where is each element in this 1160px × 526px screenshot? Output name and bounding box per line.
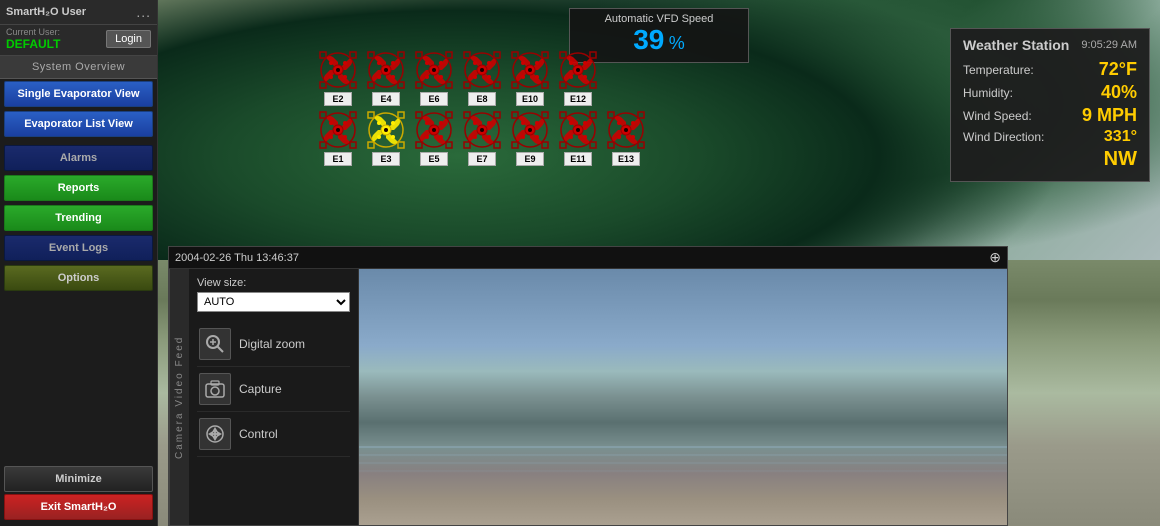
camera-panel: 2004-02-26 Thu 13:46:37 ⊕ Camera Video F… bbox=[168, 246, 1008, 526]
app-title: SmartH₂O User bbox=[6, 6, 86, 18]
temperature-label: Temperature: bbox=[963, 63, 1034, 77]
digital-zoom-control[interactable]: Digital zoom bbox=[197, 322, 350, 367]
login-button[interactable]: Login bbox=[106, 30, 151, 48]
control-icon bbox=[199, 418, 231, 450]
capture-control[interactable]: Capture bbox=[197, 367, 350, 412]
user-row: Current User: DEFAULT Login bbox=[0, 25, 157, 56]
humidity-value: 40% bbox=[1101, 82, 1137, 103]
view-size-label: View size: bbox=[197, 277, 350, 289]
evap-label-E3: E3 bbox=[372, 152, 400, 166]
evap-unit-E1[interactable]: E1 bbox=[318, 110, 358, 166]
minimize-button[interactable]: Minimize bbox=[4, 466, 153, 492]
current-user-name: DEFAULT bbox=[6, 37, 60, 51]
wind-dir-value: 331° bbox=[1104, 128, 1137, 146]
evap-unit-E13[interactable]: E13 bbox=[606, 110, 646, 166]
weather-time: 9:05:29 AM bbox=[1081, 39, 1137, 51]
evap-label-E13: E13 bbox=[612, 152, 640, 166]
capture-label: Capture bbox=[239, 382, 282, 396]
vfd-unit: % bbox=[669, 33, 685, 53]
capture-icon bbox=[199, 373, 231, 405]
evap-unit-E10[interactable]: E10 bbox=[510, 50, 550, 106]
options-button[interactable]: Options bbox=[4, 265, 153, 291]
sidebar-menu-dots[interactable]: ... bbox=[136, 4, 151, 20]
humidity-label: Humidity: bbox=[963, 86, 1013, 100]
evaporator-grid: E2 E4 bbox=[318, 50, 646, 170]
evap-label-E2: E2 bbox=[324, 92, 352, 106]
digital-zoom-icon bbox=[199, 328, 231, 360]
camera-feed-view bbox=[359, 269, 1007, 525]
wind-dir-row: Wind Direction: 331° bbox=[963, 128, 1137, 146]
camera-body: Camera Video Feed View size: AUTO 640x48… bbox=[169, 269, 1007, 525]
evap-unit-E3[interactable]: E3 bbox=[366, 110, 406, 166]
camera-header: 2004-02-26 Thu 13:46:37 ⊕ bbox=[169, 247, 1007, 269]
user-info: Current User: DEFAULT bbox=[6, 27, 60, 51]
humidity-row: Humidity: 40% bbox=[963, 82, 1137, 103]
evap-row-2: E1 E3 bbox=[318, 110, 646, 166]
camera-controls-sidebar: View size: AUTO 640x480 320x240 bbox=[189, 269, 359, 525]
weather-header: Weather Station 9:05:29 AM bbox=[963, 37, 1137, 53]
evap-unit-E4[interactable]: E4 bbox=[366, 50, 406, 106]
sidebar-header: SmartH₂O User ... bbox=[0, 0, 157, 25]
evap-unit-E7[interactable]: E7 bbox=[462, 110, 502, 166]
evap-label-E4: E4 bbox=[372, 92, 400, 106]
evaporator-list-view-button[interactable]: Evaporator List View bbox=[4, 111, 153, 137]
control-item[interactable]: Control bbox=[197, 412, 350, 457]
evap-label-E12: E12 bbox=[564, 92, 592, 106]
evap-label-E6: E6 bbox=[420, 92, 448, 106]
evap-label-E11: E11 bbox=[564, 152, 592, 166]
evap-label-E9: E9 bbox=[516, 152, 544, 166]
camera-expand-icon[interactable]: ⊕ bbox=[989, 249, 1001, 266]
event-logs-button[interactable]: Event Logs bbox=[4, 235, 153, 261]
weather-station-panel: Weather Station 9:05:29 AM Temperature: … bbox=[950, 28, 1150, 182]
digital-zoom-label: Digital zoom bbox=[239, 337, 305, 351]
weather-title: Weather Station bbox=[963, 37, 1069, 53]
evap-unit-E8[interactable]: E8 bbox=[462, 50, 502, 106]
wind-compass-row: NW bbox=[963, 148, 1137, 171]
evap-row-1: E2 E4 bbox=[318, 50, 646, 106]
evap-unit-E9[interactable]: E9 bbox=[510, 110, 550, 166]
evap-label-E1: E1 bbox=[324, 152, 352, 166]
evap-label-E10: E10 bbox=[516, 92, 544, 106]
current-user-label: Current User: bbox=[6, 27, 60, 37]
evap-unit-E2[interactable]: E2 bbox=[318, 50, 358, 106]
reports-button[interactable]: Reports bbox=[4, 175, 153, 201]
evap-unit-E6[interactable]: E6 bbox=[414, 50, 454, 106]
evap-unit-E12[interactable]: E12 bbox=[558, 50, 598, 106]
evap-label-E8: E8 bbox=[468, 92, 496, 106]
temperature-row: Temperature: 72°F bbox=[963, 59, 1137, 80]
camera-vertical-label: Camera Video Feed bbox=[169, 269, 189, 525]
wind-speed-value: 9 MPH bbox=[1082, 105, 1137, 126]
view-size-select[interactable]: AUTO 640x480 320x240 bbox=[197, 292, 350, 312]
evap-unit-E11[interactable]: E11 bbox=[558, 110, 598, 166]
camera-timestamp: 2004-02-26 Thu 13:46:37 bbox=[175, 252, 299, 264]
alarms-button[interactable]: Alarms bbox=[4, 145, 153, 171]
main-area: Automatic VFD Speed 39 % Weather Station… bbox=[158, 0, 1160, 526]
control-label: Control bbox=[239, 427, 278, 441]
evap-label-E5: E5 bbox=[420, 152, 448, 166]
evap-unit-E5[interactable]: E5 bbox=[414, 110, 454, 166]
wind-speed-label: Wind Speed: bbox=[963, 109, 1032, 123]
wind-dir-label: Wind Direction: bbox=[963, 130, 1044, 144]
temperature-value: 72°F bbox=[1099, 59, 1137, 80]
single-evaporator-view-button[interactable]: Single Evaporator View bbox=[4, 81, 153, 107]
system-overview-label: System Overview bbox=[0, 56, 157, 79]
evap-label-E7: E7 bbox=[468, 152, 496, 166]
sidebar: SmartH₂O User ... Current User: DEFAULT … bbox=[0, 0, 158, 526]
exit-button[interactable]: Exit SmartH₂O bbox=[4, 494, 153, 520]
trending-button[interactable]: Trending bbox=[4, 205, 153, 231]
wind-speed-row: Wind Speed: 9 MPH bbox=[963, 105, 1137, 126]
wind-compass-value: NW bbox=[963, 148, 1137, 171]
